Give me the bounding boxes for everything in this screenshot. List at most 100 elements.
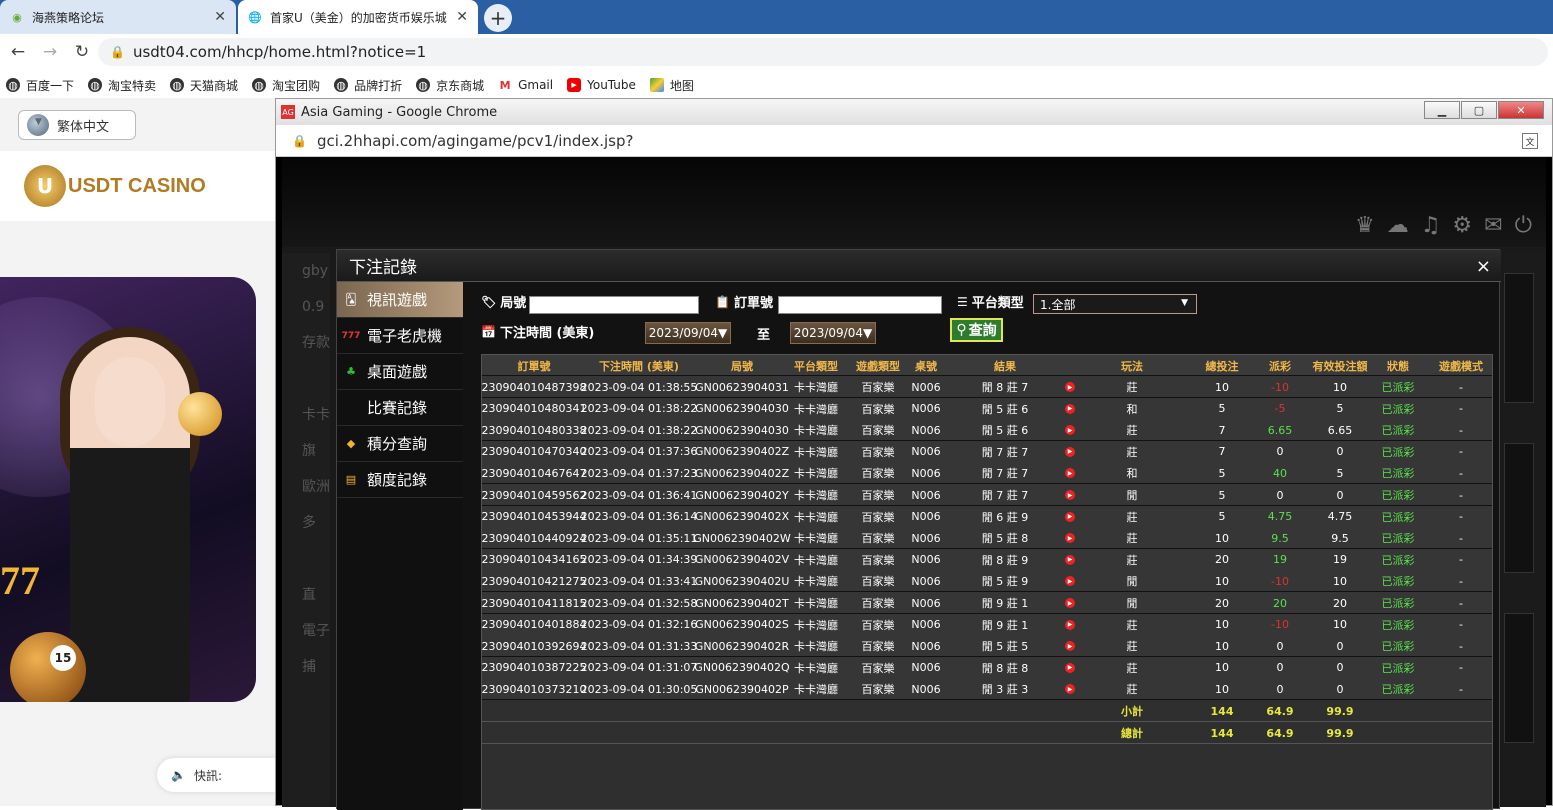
close-icon[interactable]: ×	[1476, 256, 1491, 277]
bookmark-maps[interactable]: 地图	[649, 77, 694, 94]
table-cell: 莊	[1126, 640, 1138, 654]
table-cell: 已派彩	[1381, 510, 1415, 524]
reload-icon[interactable]: ↻	[68, 42, 96, 62]
date-to-value: 2023/09/04▼	[793, 326, 873, 340]
bookmark-taobao-group[interactable]: ◍ 淘宝团购	[252, 77, 320, 94]
close-tab-icon[interactable]: ✕	[456, 9, 468, 25]
gear-icon[interactable]: ⚙	[1452, 213, 1472, 238]
bookmark-tmall[interactable]: ◍ 天猫商城	[170, 77, 238, 94]
new-tab-button[interactable]: +	[484, 4, 512, 32]
play-replay-icon[interactable]: ▶	[1062, 527, 1078, 549]
platform-select[interactable]: 1.全部 ▼	[1033, 294, 1197, 314]
query-button[interactable]: ⚲ 查詢	[950, 318, 1003, 342]
table-cell: N006	[911, 466, 941, 480]
power-icon[interactable]: ⏻	[1515, 213, 1532, 238]
table-cell: 百家樂	[861, 553, 895, 567]
music-icon[interactable]: ♫	[1421, 213, 1441, 238]
chat-bubbles-icon[interactable]: ☁	[1387, 213, 1409, 238]
bookmark-label: 地图	[669, 78, 694, 93]
table-cell: -	[1459, 445, 1463, 459]
left-item: 0.9	[302, 299, 325, 315]
menu-item-slots[interactable]: 777 電子老虎機	[337, 318, 463, 354]
col-header: 狀態	[1387, 360, 1409, 373]
message-icon[interactable]: ✉	[1484, 213, 1502, 238]
table-cell: 百家樂	[861, 489, 895, 502]
table-cell: 卡卡灣廳	[794, 489, 838, 502]
promo-banner[interactable]: 77 15	[0, 277, 256, 702]
play-replay-icon[interactable]: ▶	[1062, 398, 1078, 420]
left-item: 旗	[302, 443, 316, 459]
table-row: 230904010440924 2023-09-04 01:35:11 GN0062…	[482, 527, 1492, 550]
play-replay-icon[interactable]: ▶	[1062, 376, 1078, 398]
bookmark-baidu[interactable]: ◍ 百度一下	[6, 77, 74, 94]
site-logo[interactable]: U USDT CASINO	[0, 151, 275, 221]
globe-icon: ◍	[334, 78, 349, 92]
bookmark-youtube[interactable]: ▶ YouTube	[567, 78, 636, 92]
table-cell: -	[1459, 682, 1463, 696]
popup-address-bar[interactable]: 🔒 gci.2hhapi.com/agingame/pcv1/index.jsp…	[276, 125, 1552, 157]
date-to-picker[interactable]: 2023/09/04▼	[790, 322, 876, 344]
play-replay-icon[interactable]: ▶	[1062, 441, 1078, 463]
bookmark-jd[interactable]: ◍ 京东商城	[416, 77, 484, 94]
translate-icon[interactable]: 文	[1522, 133, 1538, 149]
date-from-picker[interactable]: 2023/09/04▼	[645, 322, 731, 344]
minimize-icon[interactable]: ▁	[1424, 101, 1460, 119]
play-replay-icon[interactable]: ▶	[1062, 592, 1078, 614]
address-bar[interactable]: 🔒 usdt04.com/hhcp/home.html?notice=1	[98, 38, 1548, 66]
order-input[interactable]	[778, 296, 942, 314]
menu-item-credit-records[interactable]: ▤ 額度記錄	[337, 462, 463, 498]
table-cell: 5	[1218, 488, 1226, 502]
table-cell: 已派彩	[1381, 445, 1415, 459]
play-replay-icon[interactable]: ▶	[1062, 484, 1078, 506]
tab-casino[interactable]: 🌐 首家U（美金）的加密货币娱乐城 ✕	[238, 0, 478, 34]
table-thumbnail[interactable]	[1504, 613, 1534, 743]
menu-item-match-records[interactable]: 比賽記錄	[337, 390, 463, 426]
language-select[interactable]: 繁体中文 ▼	[18, 110, 136, 140]
bookmark-brand-discount[interactable]: ◍ 品牌打折	[334, 77, 402, 94]
menu-item-live-games[interactable]: 🂡 視訊遊戲	[337, 282, 463, 318]
table-cell: GN0062390402W	[693, 531, 791, 545]
forward-arrow-icon[interactable]: →	[36, 42, 64, 62]
table-cell: 4.75	[1267, 510, 1293, 524]
play-replay-icon[interactable]: ▶	[1062, 462, 1078, 484]
game-toolbar: ♛ ☁ ♫ ⚙ ✉ ⏻	[1355, 213, 1532, 238]
table-thumbnail[interactable]	[1504, 273, 1534, 403]
play-replay-icon[interactable]: ▶	[1062, 570, 1078, 592]
play-replay-icon[interactable]: ▶	[1062, 678, 1078, 700]
menu-item-table-games[interactable]: ♣ 桌面遊戲	[337, 354, 463, 390]
table-cell: 0	[1336, 661, 1344, 675]
col-header: 有效投注額	[1312, 360, 1368, 373]
table-cell: 40	[1273, 466, 1287, 480]
logo-u-icon: U	[24, 165, 66, 207]
maximize-icon[interactable]: ▢	[1461, 101, 1497, 119]
table-cell: 0	[1336, 639, 1344, 653]
play-replay-icon[interactable]: ▶	[1062, 419, 1078, 441]
round-input[interactable]	[529, 296, 699, 314]
table-thumbnail[interactable]	[1504, 443, 1534, 573]
close-window-icon[interactable]: ✕	[1498, 101, 1544, 119]
vip-icon[interactable]: ♛	[1355, 213, 1375, 238]
bookmark-taobao-sale[interactable]: ◍ 淘宝特卖	[88, 77, 156, 94]
table-cell: -	[1459, 423, 1463, 437]
menu-item-points[interactable]: ◆ 積分查詢	[337, 426, 463, 462]
table-cell: 百家樂	[861, 683, 895, 697]
table-cell: 7	[1218, 445, 1226, 459]
chevron-down-icon: ▼	[1181, 298, 1188, 308]
table-cell: 已派彩	[1381, 381, 1415, 394]
play-replay-icon[interactable]: ▶	[1062, 657, 1078, 679]
globe-icon: ◍	[416, 78, 431, 92]
play-replay-icon[interactable]: ▶	[1062, 614, 1078, 636]
news-ticker[interactable]: 🔈 快訊:	[157, 758, 275, 792]
tab-forum[interactable]: ◉ 海燕策略论坛 ✕	[0, 0, 236, 34]
bookmark-label: 京东商城	[436, 78, 485, 93]
bookmark-gmail[interactable]: M Gmail	[498, 78, 554, 92]
table-cell: 閒 9 莊 1	[981, 618, 1029, 632]
label-text: 下注時間 (美東)	[499, 326, 595, 341]
play-replay-icon[interactable]: ▶	[1062, 635, 1078, 657]
table-cell: 莊	[1126, 661, 1138, 675]
play-replay-icon[interactable]: ▶	[1062, 506, 1078, 528]
close-tab-icon[interactable]: ✕	[214, 9, 226, 25]
play-replay-icon[interactable]: ▶	[1062, 549, 1078, 571]
back-arrow-icon[interactable]: ←	[4, 42, 32, 62]
table-cell: 0	[1336, 445, 1344, 459]
